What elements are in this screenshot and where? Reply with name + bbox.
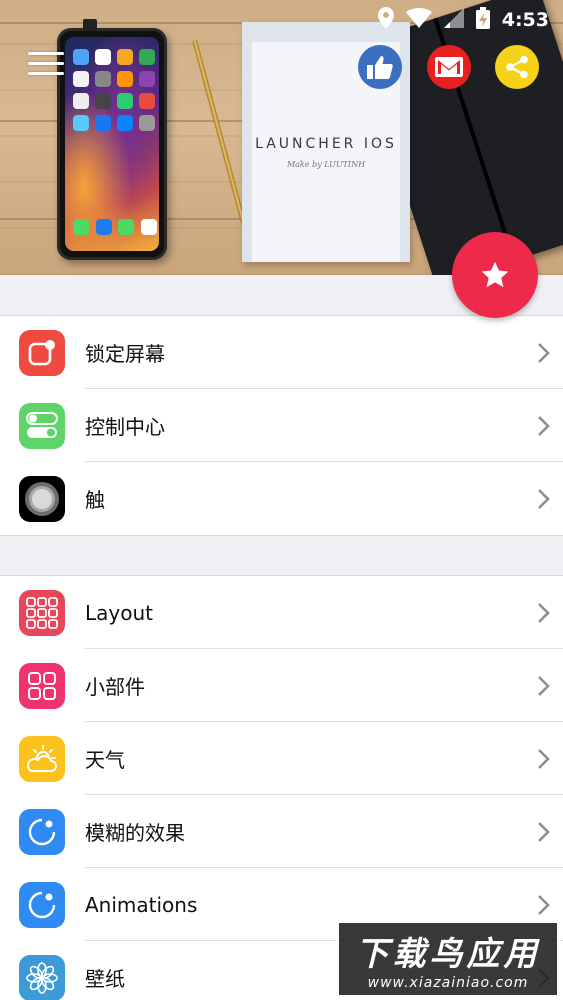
pen-image <box>192 39 247 225</box>
animation-icon <box>19 882 65 928</box>
booklet-subtitle: Make by LUUTINH <box>286 160 366 169</box>
weather-row[interactable]: 天气 <box>0 722 563 795</box>
chevron-right-icon <box>538 895 550 915</box>
widgets-icon <box>19 663 65 709</box>
row-label: 壁纸 <box>85 967 125 991</box>
watermark-url: www.xiazainiao.com <box>367 975 529 991</box>
control-center-row[interactable]: 控制中心 <box>0 389 563 462</box>
battery-charging-icon <box>475 6 490 34</box>
like-button[interactable] <box>358 45 402 89</box>
share-icon <box>506 55 528 79</box>
row-label: 天气 <box>85 748 125 772</box>
header-banner: LAUNCHER IOS Make by LUUTINH <box>0 0 563 275</box>
blur-effect-icon <box>19 809 65 855</box>
share-button[interactable] <box>495 45 539 89</box>
weather-icon <box>19 736 65 782</box>
chevron-right-icon <box>538 603 550 623</box>
signal-icon <box>443 7 464 33</box>
widgets-row[interactable]: 小部件 <box>0 649 563 722</box>
favorite-fab-button[interactable] <box>452 232 538 318</box>
watermark-title: 下载鸟应用 <box>355 934 541 973</box>
thumbs-up-icon <box>367 56 393 79</box>
chevron-right-icon <box>538 416 550 436</box>
chevron-right-icon <box>538 749 550 769</box>
chevron-right-icon <box>538 676 550 696</box>
wifi-icon <box>405 7 432 33</box>
location-icon <box>377 6 394 34</box>
menu-icon[interactable] <box>28 52 64 78</box>
status-bar: 4:53 <box>0 0 563 40</box>
mail-icon <box>435 57 463 77</box>
row-label: 锁定屏幕 <box>85 342 165 366</box>
chevron-right-icon <box>538 822 550 842</box>
blur-effect-row[interactable]: 模糊的效果 <box>0 795 563 868</box>
mail-button[interactable] <box>427 45 471 89</box>
grid-layout-icon <box>19 590 65 636</box>
lock-screen-icon <box>19 330 65 376</box>
row-label: 小部件 <box>85 675 145 699</box>
lock-screen-row[interactable]: 锁定屏幕 <box>0 316 563 389</box>
chevron-right-icon <box>538 343 550 363</box>
phone-mockup-image <box>57 28 167 260</box>
assistive-touch-icon <box>19 476 65 522</box>
layout-row[interactable]: Layout <box>0 576 563 649</box>
row-label: 触 <box>85 488 105 512</box>
wallpaper-flower-icon <box>19 955 65 1000</box>
row-label: Layout <box>85 600 153 625</box>
status-time: 4:53 <box>501 9 549 31</box>
site-watermark: 下载鸟应用 www.xiazainiao.com <box>337 921 559 997</box>
toggle-switch-icon <box>19 403 65 449</box>
settings-group-1: 锁定屏幕 控制中心 触 <box>0 315 563 536</box>
row-label: 控制中心 <box>85 415 165 439</box>
star-icon <box>481 261 509 288</box>
booklet-title: LAUNCHER IOS <box>255 136 397 152</box>
chevron-right-icon <box>538 489 550 509</box>
assistive-touch-row[interactable]: 触 <box>0 462 563 535</box>
row-label: Animations <box>85 892 198 917</box>
row-label: 模糊的效果 <box>85 821 185 845</box>
